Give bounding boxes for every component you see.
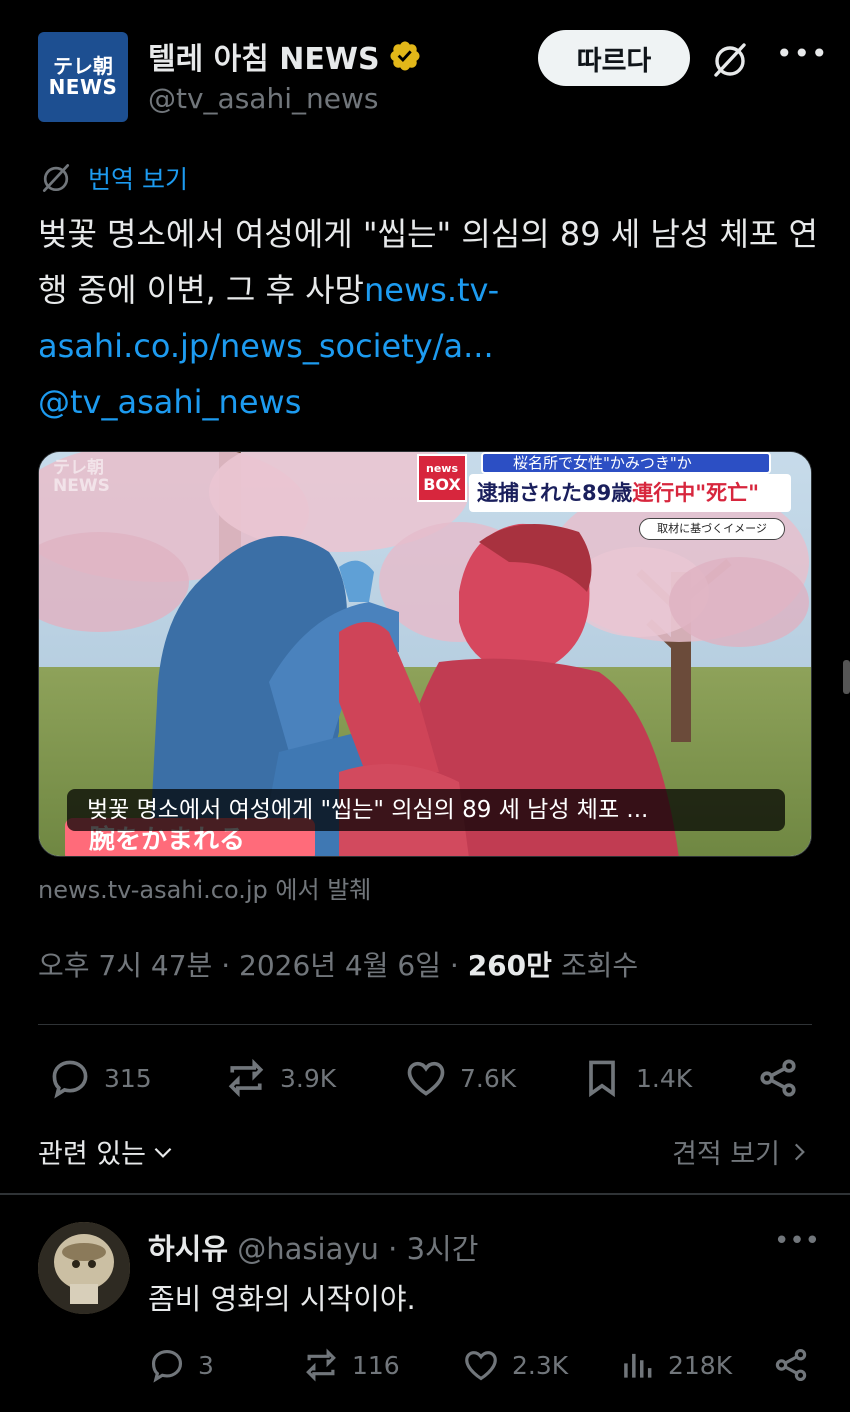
post-header: テレ朝 NEWS 텔레 아침 NEWS @tv_asahi_news 따르다 •…: [38, 30, 828, 122]
reply-avatar[interactable]: [38, 1222, 130, 1314]
views-count: 260만: [467, 949, 552, 982]
chevron-down-icon: [154, 1147, 172, 1158]
reply-repost-count: 116: [352, 1350, 400, 1380]
media-card[interactable]: テレ朝 NEWS news BOX 桜名所で女性"かみつき"か 逮捕された89歳…: [38, 451, 812, 857]
reply-icon: [52, 1060, 88, 1099]
verified-badge-icon: [390, 41, 420, 71]
reply-handle[interactable]: @hasiayu: [237, 1232, 379, 1266]
repost-icon: [306, 1348, 336, 1382]
reply-more-icon[interactable]: •••: [774, 1228, 820, 1258]
bookmark-button[interactable]: 1.4K: [580, 1056, 692, 1100]
display-name-text: 텔레 아침 NEWS: [148, 42, 380, 77]
media-headline-main-b: 連行中"死亡": [632, 481, 760, 505]
reply-share-button[interactable]: [772, 1346, 810, 1384]
media-headline-tag: 取材に基づくイメージ: [639, 518, 785, 540]
newsbox-line1: news: [425, 462, 458, 475]
reply-separator: ·: [388, 1232, 407, 1266]
media-headline-main-a: 逮捕された89歳: [477, 481, 633, 505]
media-headline-main: 逮捕された89歳連行中"死亡": [469, 474, 791, 512]
meta-separator: ·: [221, 949, 240, 982]
newsbox-badge: news BOX: [417, 454, 467, 502]
bookmark-count: 1.4K: [636, 1063, 693, 1093]
quotes-label: 견적 보기: [672, 1139, 780, 1170]
reply-text: 좀비 영화의 시작이야.: [148, 1282, 416, 1316]
reply-views-button[interactable]: 218K: [618, 1346, 732, 1384]
grok-icon[interactable]: [710, 40, 750, 80]
media-watermark-line2: NEWS: [53, 475, 110, 496]
follow-button[interactable]: 따르다: [538, 30, 690, 86]
chevron-right-icon: [794, 1143, 805, 1160]
reply-button[interactable]: 315: [48, 1056, 152, 1100]
divider: [38, 1024, 812, 1025]
media-caption: 벚꽃 명소에서 여성에게 "씹는" 의심의 89 세 남성 체포 ...: [67, 789, 785, 831]
translate-label: 번역 보기: [88, 165, 188, 194]
account-display-name[interactable]: 텔레 아침 NEWS: [148, 34, 422, 78]
avatar-logo-line1: テレ朝: [53, 54, 113, 78]
like-count: 7.6K: [460, 1063, 517, 1093]
account-avatar[interactable]: テレ朝 NEWS: [38, 32, 128, 122]
like-button[interactable]: 7.6K: [404, 1056, 516, 1100]
reply-header: 하시유 @hasiayu · 3시간: [148, 1226, 478, 1268]
reply-repost-button[interactable]: 116: [302, 1346, 400, 1384]
media-watermark-logo: テレ朝 NEWS: [53, 459, 110, 496]
reply-display-name[interactable]: 하시유: [148, 1232, 228, 1266]
post-mention[interactable]: @tv_asahi_news: [38, 383, 301, 421]
avatar-logo-line2: NEWS: [48, 75, 118, 99]
translate-link[interactable]: 번역 보기: [38, 160, 188, 196]
media-headline-top: 桜名所で女性"かみつき"か: [481, 452, 771, 474]
view-quotes-link[interactable]: 견적 보기: [672, 1132, 812, 1171]
bookmark-icon: [589, 1060, 615, 1098]
share-button[interactable]: [756, 1056, 800, 1100]
reply-views-count: 218K: [668, 1350, 733, 1380]
share-icon: [760, 1059, 796, 1097]
related-dropdown[interactable]: 관련 있는: [38, 1132, 176, 1171]
link-source[interactable]: news.tv-asahi.co.jp 에서 발췌: [38, 870, 371, 905]
related-label: 관련 있는: [38, 1139, 146, 1170]
post-actions: 315 3.9K 7.6K 1.4K: [48, 1056, 808, 1106]
like-icon: [465, 1351, 497, 1381]
post-text: 벚꽃 명소에서 여성에게 "씹는" 의심의 89 세 남성 체포 연행 중에 이…: [38, 206, 818, 430]
newsbox-line2: BOX: [423, 475, 461, 495]
repost-icon: [228, 1058, 264, 1098]
post-time[interactable]: 오후 7시 47분: [38, 949, 212, 982]
repost-count: 3.9K: [280, 1063, 337, 1093]
reply-time[interactable]: 3시간: [407, 1232, 479, 1266]
meta-separator: ·: [449, 949, 468, 982]
reply-count: 315: [104, 1063, 152, 1093]
like-icon: [407, 1061, 445, 1096]
reply-reply-button[interactable]: 3: [148, 1346, 214, 1384]
share-icon: [775, 1349, 807, 1381]
reply-icon: [151, 1349, 183, 1383]
reply-like-button[interactable]: 2.3K: [462, 1346, 568, 1384]
reply-reply-count: 3: [198, 1350, 214, 1380]
scrollbar[interactable]: [843, 660, 850, 694]
post-date[interactable]: 2026년 4월 6일: [239, 949, 441, 982]
more-icon[interactable]: •••: [776, 40, 828, 78]
translate-icon: [42, 164, 70, 192]
repost-button[interactable]: 3.9K: [224, 1056, 336, 1100]
views-label: 조회수: [560, 949, 639, 982]
reply-like-count: 2.3K: [512, 1350, 569, 1380]
reply-avatar-image: [38, 1222, 130, 1314]
account-handle[interactable]: @tv_asahi_news: [148, 82, 378, 115]
section-divider: [0, 1193, 850, 1195]
reply-actions: 3 116 2.3K 218K: [148, 1346, 812, 1392]
views-icon: [624, 1353, 652, 1378]
post-meta: 오후 7시 47분 · 2026년 4월 6일 · 260만 조회수: [38, 944, 638, 984]
